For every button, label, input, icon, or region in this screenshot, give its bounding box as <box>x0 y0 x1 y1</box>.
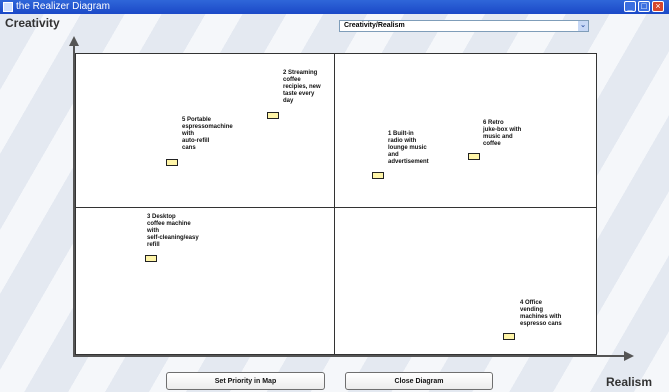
x-axis-arrow <box>624 351 634 361</box>
view-mode-value: Creativity/Realism <box>344 22 405 29</box>
idea-label-4[interactable]: 4 Office vending machines with espresso … <box>520 300 562 328</box>
close-window-button[interactable]: × <box>652 1 664 12</box>
chevron-down-icon[interactable]: ⌄ <box>578 21 588 31</box>
x-axis-line <box>73 355 625 357</box>
minimize-button[interactable]: _ <box>624 1 636 12</box>
idea-note-6[interactable] <box>468 153 480 160</box>
quadrant-divider-horizontal <box>75 207 597 208</box>
idea-label-6[interactable]: 6 Retro juke-box with music and coffee <box>483 120 521 148</box>
x-axis-label: Realism <box>606 375 653 389</box>
y-axis-arrow <box>69 36 79 46</box>
y-axis-label: Creativity <box>5 16 60 30</box>
window-title: the Realizer Diagram <box>16 1 110 12</box>
close-diagram-button[interactable]: Close Diagram <box>345 372 493 390</box>
idea-note-2[interactable] <box>267 112 279 119</box>
idea-note-5[interactable] <box>166 159 178 166</box>
idea-label-1[interactable]: 1 Built-in radio with lounge music and a… <box>388 131 429 166</box>
idea-label-2[interactable]: 2 Streaming coffee recipies, new taste e… <box>283 70 321 105</box>
idea-label-5[interactable]: 5 Portable espressomachine with auto-ref… <box>182 117 233 152</box>
quadrant-divider-vertical <box>334 53 335 355</box>
title-bar[interactable]: the Realizer Diagram _ □ × <box>0 0 669 14</box>
priority-map <box>75 53 597 355</box>
realizer-diagram-window: the Realizer Diagram _ □ × Creativity Cr… <box>0 0 669 392</box>
maximize-button[interactable]: □ <box>638 1 650 12</box>
diagram-canvas: Creativity Creativity/Realism ⌄ 2 Stream… <box>0 14 669 392</box>
idea-note-1[interactable] <box>372 172 384 179</box>
idea-label-3[interactable]: 3 Desktop coffee machine with self-clean… <box>147 214 199 249</box>
app-icon <box>3 2 13 12</box>
y-axis-line <box>73 44 75 357</box>
view-mode-select[interactable]: Creativity/Realism ⌄ <box>339 20 589 32</box>
idea-note-4[interactable] <box>503 333 515 340</box>
set-priority-button[interactable]: Set Priority in Map <box>166 372 325 390</box>
idea-note-3[interactable] <box>145 255 157 262</box>
